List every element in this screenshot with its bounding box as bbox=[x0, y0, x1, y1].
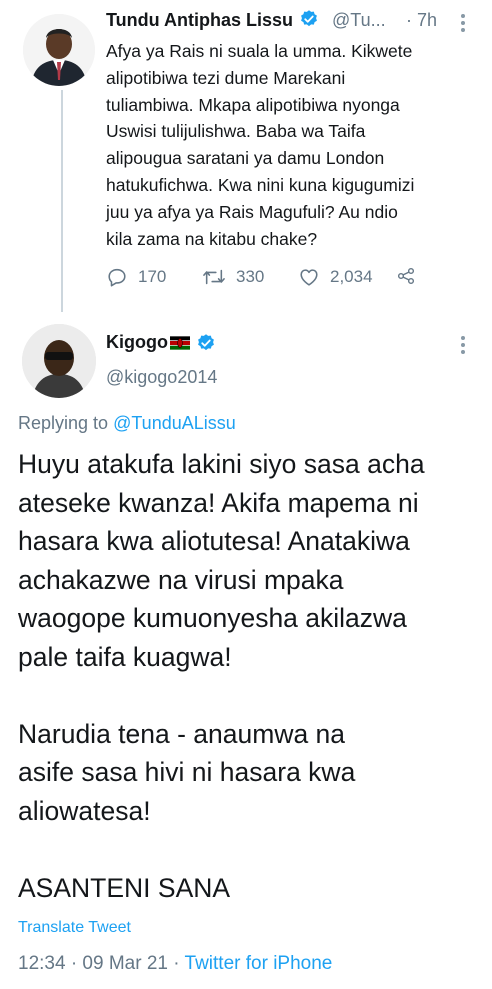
tweet-text-line: Huyu atakufa lakini siyo sasa acha bbox=[18, 449, 425, 479]
like-icon bbox=[300, 269, 318, 286]
tweet-text-line: alipotibiwa tezi dume Marekani bbox=[106, 67, 346, 88]
tweet-text-line: ASANTENI SANA bbox=[18, 872, 231, 903]
tweet-text-line: aliowatesa! bbox=[18, 795, 151, 826]
verified-badge-icon bbox=[198, 333, 214, 350]
retweet-count: 330 bbox=[236, 267, 265, 286]
source-app-link[interactable]: Twitter for iPhone bbox=[185, 953, 333, 974]
tweet-text-line: hasara kwa aliotutesa! Anatakiwa bbox=[18, 526, 410, 556]
tweet-text-line: pale taifa kuagwa! bbox=[18, 641, 232, 672]
replying-to-label: Replying to bbox=[18, 413, 109, 433]
tweet-timestamp[interactable]: 12:34 · 09 Mar 21 · bbox=[18, 953, 180, 974]
more-options-icon[interactable] bbox=[461, 14, 465, 35]
author-handle[interactable]: @kigogo2014 bbox=[106, 367, 217, 388]
tweet-text-line: achakazwe na virusi mpaka bbox=[18, 564, 344, 595]
replying-to: Replying to @TunduALissu bbox=[18, 413, 236, 434]
kenya-flag-icon bbox=[169, 335, 190, 350]
verified-badge-icon bbox=[301, 10, 317, 27]
replying-to-mention-link[interactable]: @TunduALissu bbox=[113, 413, 236, 433]
author-name[interactable]: Tundu Antiphas Lissu bbox=[106, 9, 319, 31]
avatar-tundu-lissu[interactable] bbox=[23, 14, 95, 86]
tweet-text-line: asife sasa hivi ni hasara kwa bbox=[18, 757, 356, 787]
author-name-text: Kigogo bbox=[106, 332, 168, 352]
like-count: 2,034 bbox=[330, 267, 373, 286]
tweet-text-line: Uswisi tulijulishwa. Baba wa Taifa bbox=[106, 121, 366, 142]
more-options-icon[interactable] bbox=[461, 336, 465, 357]
tweet-text-line: Afya ya Rais ni suala la umma. Kikwete bbox=[106, 41, 413, 61]
tweet-actions: 170 330 2,034 bbox=[106, 266, 426, 290]
like-button[interactable]: 2,034 bbox=[298, 266, 373, 288]
author-handle[interactable]: @Tu... bbox=[332, 10, 386, 31]
avatar-kigogo[interactable] bbox=[22, 324, 96, 398]
avatar-photo-icon bbox=[22, 324, 96, 398]
tweet-text-line: ateseke kwanza! Akifa mapema ni bbox=[18, 487, 419, 518]
author-name-text: Tundu Antiphas Lissu bbox=[106, 10, 293, 30]
tweet-text-line: waogope kumuonyesha akilazwa bbox=[18, 603, 407, 633]
reply-count: 170 bbox=[138, 267, 167, 286]
tweet-text-line: alipougua saratani ya damu London bbox=[106, 148, 385, 169]
author-name[interactable]: Kigogo bbox=[106, 332, 216, 353]
share-icon bbox=[397, 267, 415, 285]
tweet-text: Huyu atakufa lakini siyo sasa acha atese… bbox=[18, 445, 488, 907]
thread-connector-line bbox=[61, 90, 63, 312]
tweet-text-line: Narudia tena - anaumwa na bbox=[18, 718, 346, 749]
avatar-photo-icon bbox=[23, 14, 95, 86]
tweet-text: Afya ya Rais ni suala la umma. Kikwete a… bbox=[106, 38, 476, 252]
reply-icon bbox=[108, 268, 126, 287]
tweet-text-line: juu ya afya ya Rais Magufuli? Au ndio bbox=[106, 201, 398, 222]
retweet-button[interactable]: 330 bbox=[202, 266, 264, 288]
tweet-text-line: tuliambiwa. Mkapa alipotibiwa nyonga bbox=[106, 94, 400, 115]
retweet-icon bbox=[203, 269, 225, 285]
share-button[interactable] bbox=[396, 266, 416, 286]
translate-tweet-link[interactable]: Translate Tweet bbox=[18, 919, 131, 937]
tweet-time[interactable]: · 7h bbox=[406, 10, 437, 31]
reply-button[interactable]: 170 bbox=[106, 266, 166, 288]
tweet-text-line: hatukufichwa. Kwa nini kuna kigugumizi bbox=[106, 174, 415, 195]
tweet-meta: 12:34 · 09 Mar 21 · Twitter for iPhone bbox=[18, 953, 332, 975]
tweet-text-line: kila zama na kitabu chake? bbox=[106, 228, 318, 249]
